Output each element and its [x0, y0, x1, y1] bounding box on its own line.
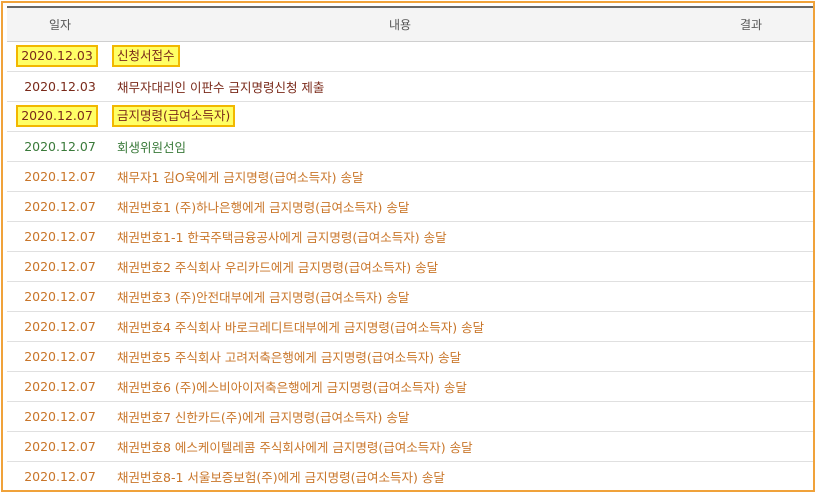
- row-result: [687, 41, 813, 72]
- row-date-cell: 2020.12.07: [7, 311, 113, 342]
- table-row: 2020.12.07 채권번호6 (주)에스비아이저축은행에게 금지명령(급여소득…: [7, 371, 813, 402]
- row-date-cell: 2020.12.07: [7, 281, 113, 312]
- row-content: 채권번호5 주식회사 고려저축은행에게 금지명령(급여소득자) 송달: [117, 349, 462, 365]
- row-content: 회생위원선임: [117, 139, 187, 155]
- row-content: 채권번호4 주식회사 바로크레디트대부에게 금지명령(급여소득자) 송달: [117, 319, 485, 335]
- row-date: 2020.12.03: [16, 45, 98, 67]
- row-date: 2020.12.07: [24, 408, 96, 424]
- row-content-cell: 채권번호7 신한카드(주)에게 금지명령(급여소득자) 송달: [113, 401, 687, 432]
- row-result: [687, 251, 813, 282]
- row-content-cell: 채권번호8 에스케이텔레콤 주식회사에게 금지명령(급여소득자) 송달: [113, 431, 687, 462]
- row-date-cell: 2020.12.07: [7, 401, 113, 432]
- row-content: 채권번호1-1 한국주택금융공사에게 금지명령(급여소득자) 송달: [117, 229, 447, 245]
- row-result: [687, 401, 813, 432]
- row-date: 2020.12.07: [24, 378, 96, 394]
- table-body: 2020.12.03 신청서접수 2020.12.03 채무자대리인 이판수 금지명령…: [7, 41, 813, 490]
- row-result: [687, 281, 813, 312]
- table-row: 2020.12.07 금지명령(급여소득자): [7, 101, 813, 132]
- row-content-cell: 채권번호3 (주)안전대부에게 금지명령(급여소득자) 송달: [113, 281, 687, 312]
- row-content-cell: 채무자대리인 이판수 금지명령신청 제출: [113, 71, 687, 102]
- row-result: [687, 131, 813, 162]
- row-content: 신청서접수: [112, 45, 180, 67]
- row-content-cell: 금지명령(급여소득자): [112, 101, 687, 132]
- table-header-row: 일자 내용 결과: [7, 6, 813, 42]
- header-content: 내용: [113, 6, 687, 42]
- row-result: [687, 221, 813, 252]
- row-date: 2020.12.03: [24, 78, 96, 94]
- row-date-cell: 2020.12.07: [7, 191, 113, 222]
- row-result: [687, 71, 813, 102]
- row-content-cell: 채권번호1 (주)하나은행에게 금지명령(급여소득자) 송달: [113, 191, 687, 222]
- table-row: 2020.12.07 채권번호8-1 서울보증보험(주)에게 금지명령(급여소득자…: [7, 461, 813, 490]
- row-date-cell: 2020.12.07: [7, 221, 113, 252]
- row-date: 2020.12.07: [16, 105, 98, 127]
- row-date-cell: 2020.12.07: [7, 101, 113, 132]
- table-row: 2020.12.07 회생위원선임: [7, 131, 813, 162]
- row-date: 2020.12.07: [24, 288, 96, 304]
- table-row: 2020.12.07 채권번호7 신한카드(주)에게 금지명령(급여소득자) 송달: [7, 401, 813, 432]
- row-date: 2020.12.07: [24, 138, 96, 154]
- row-content: 채권번호8-1 서울보증보험(주)에게 금지명령(급여소득자) 송달: [117, 469, 445, 485]
- table-row: 2020.12.07 채권번호8 에스케이텔레콤 주식회사에게 금지명령(급여소득…: [7, 431, 813, 462]
- row-content-cell: 채권번호5 주식회사 고려저축은행에게 금지명령(급여소득자) 송달: [113, 341, 687, 372]
- row-content: 채권번호7 신한카드(주)에게 금지명령(급여소득자) 송달: [117, 409, 410, 425]
- case-progress-table: 일자 내용 결과 2020.12.03 신청서접수 2020.12.03 채무자대리인…: [7, 6, 813, 490]
- row-content-cell: 채무자1 김O욱에게 금지명령(급여소득자) 송달: [113, 161, 687, 192]
- row-content-cell: 채권번호1-1 한국주택금융공사에게 금지명령(급여소득자) 송달: [113, 221, 687, 252]
- row-date: 2020.12.07: [24, 468, 96, 484]
- table-row: 2020.12.07 채권번호4 주식회사 바로크레디트대부에게 금지명령(급여소…: [7, 311, 813, 342]
- row-date: 2020.12.07: [24, 168, 96, 184]
- table-row: 2020.12.07 채권번호1-1 한국주택금융공사에게 금지명령(급여소득자)…: [7, 221, 813, 252]
- case-progress-panel: 일자 내용 결과 2020.12.03 신청서접수 2020.12.03 채무자대리인…: [1, 1, 815, 492]
- row-date: 2020.12.07: [24, 228, 96, 244]
- header-date: 일자: [7, 6, 113, 42]
- row-date: 2020.12.07: [24, 318, 96, 334]
- row-content-cell: 신청서접수: [112, 41, 687, 72]
- row-content: 채권번호8 에스케이텔레콤 주식회사에게 금지명령(급여소득자) 송달: [117, 439, 473, 455]
- row-date: 2020.12.07: [24, 348, 96, 364]
- row-content: 금지명령(급여소득자): [112, 105, 236, 127]
- table-row: 2020.12.03 신청서접수: [7, 41, 813, 72]
- table-row: 2020.12.07 채권번호5 주식회사 고려저축은행에게 금지명령(급여소득자…: [7, 341, 813, 372]
- row-date-cell: 2020.12.07: [7, 461, 113, 490]
- row-date: 2020.12.07: [24, 438, 96, 454]
- table-row: 2020.12.07 채권번호2 주식회사 우리카드에게 금지명령(급여소득자) …: [7, 251, 813, 282]
- row-content-cell: 채권번호4 주식회사 바로크레디트대부에게 금지명령(급여소득자) 송달: [113, 311, 687, 342]
- row-content: 채권번호6 (주)에스비아이저축은행에게 금지명령(급여소득자) 송달: [117, 379, 467, 395]
- row-date-cell: 2020.12.03: [7, 41, 113, 72]
- row-result: [687, 461, 813, 490]
- table-row: 2020.12.07 채권번호3 (주)안전대부에게 금지명령(급여소득자) 송달: [7, 281, 813, 312]
- row-date-cell: 2020.12.07: [7, 371, 113, 402]
- row-result: [687, 191, 813, 222]
- row-content: 채권번호1 (주)하나은행에게 금지명령(급여소득자) 송달: [117, 199, 410, 215]
- table-row: 2020.12.03 채무자대리인 이판수 금지명령신청 제출: [7, 71, 813, 102]
- row-result: [687, 311, 813, 342]
- row-date-cell: 2020.12.03: [7, 71, 113, 102]
- row-result: [687, 101, 813, 132]
- row-date-cell: 2020.12.07: [7, 431, 113, 462]
- row-result: [687, 341, 813, 372]
- table-row: 2020.12.07 채무자1 김O욱에게 금지명령(급여소득자) 송달: [7, 161, 813, 192]
- row-date-cell: 2020.12.07: [7, 341, 113, 372]
- row-date: 2020.12.07: [24, 258, 96, 274]
- row-result: [687, 371, 813, 402]
- row-date-cell: 2020.12.07: [7, 131, 113, 162]
- row-date-cell: 2020.12.07: [7, 161, 113, 192]
- row-content: 채권번호2 주식회사 우리카드에게 금지명령(급여소득자) 송달: [117, 259, 439, 275]
- row-content-cell: 회생위원선임: [113, 131, 687, 162]
- row-result: [687, 161, 813, 192]
- row-content-cell: 채권번호6 (주)에스비아이저축은행에게 금지명령(급여소득자) 송달: [113, 371, 687, 402]
- row-result: [687, 431, 813, 462]
- row-date: 2020.12.07: [24, 198, 96, 214]
- row-content: 채권번호3 (주)안전대부에게 금지명령(급여소득자) 송달: [117, 289, 410, 305]
- row-date-cell: 2020.12.07: [7, 251, 113, 282]
- row-content-cell: 채권번호8-1 서울보증보험(주)에게 금지명령(급여소득자) 송달: [113, 461, 687, 490]
- row-content-cell: 채권번호2 주식회사 우리카드에게 금지명령(급여소득자) 송달: [113, 251, 687, 282]
- header-result: 결과: [687, 6, 813, 42]
- row-content: 채무자대리인 이판수 금지명령신청 제출: [117, 79, 325, 95]
- table-row: 2020.12.07 채권번호1 (주)하나은행에게 금지명령(급여소득자) 송달: [7, 191, 813, 222]
- row-content: 채무자1 김O욱에게 금지명령(급여소득자) 송달: [117, 169, 364, 185]
